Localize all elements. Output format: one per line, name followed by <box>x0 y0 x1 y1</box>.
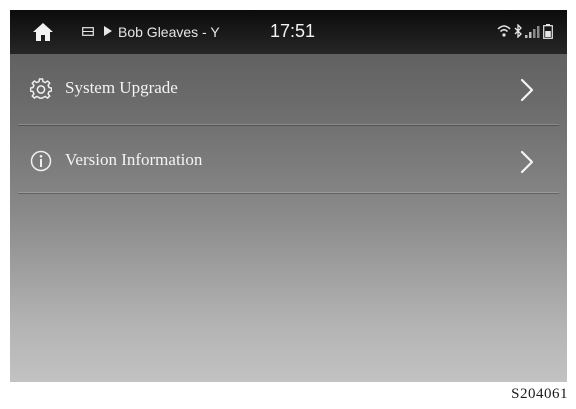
battery-icon <box>543 24 553 39</box>
now-playing-text[interactable]: Bob Gleaves - Y <box>118 22 220 42</box>
bluetooth-icon <box>514 24 522 38</box>
divider <box>18 192 559 193</box>
divider <box>18 124 559 125</box>
gear-icon <box>30 78 52 100</box>
chevron-right-icon <box>520 150 534 174</box>
media-source-icon[interactable] <box>82 27 94 36</box>
menu-item-system-upgrade[interactable]: System Upgrade <box>10 56 567 124</box>
wifi-icon <box>497 25 511 37</box>
figure-frame: Bob Gleaves - Y 17:51 System Upgrade Ver… <box>0 0 576 409</box>
status-bar: Bob Gleaves - Y 17:51 <box>10 10 567 54</box>
clock: 17:51 <box>270 21 316 41</box>
signal-icon <box>525 26 540 38</box>
figure-code: S204061 <box>511 386 568 402</box>
menu-item-version-information[interactable]: Version Information <box>10 128 567 196</box>
info-icon <box>30 150 52 172</box>
status-icons <box>497 24 557 40</box>
menu-item-label: Version Information <box>65 150 203 169</box>
menu-item-label: System Upgrade <box>65 78 178 97</box>
home-icon[interactable] <box>32 22 54 42</box>
play-icon[interactable] <box>103 25 113 37</box>
chevron-right-icon <box>520 78 534 102</box>
settings-screen: Bob Gleaves - Y 17:51 System Upgrade Ver… <box>10 10 567 382</box>
